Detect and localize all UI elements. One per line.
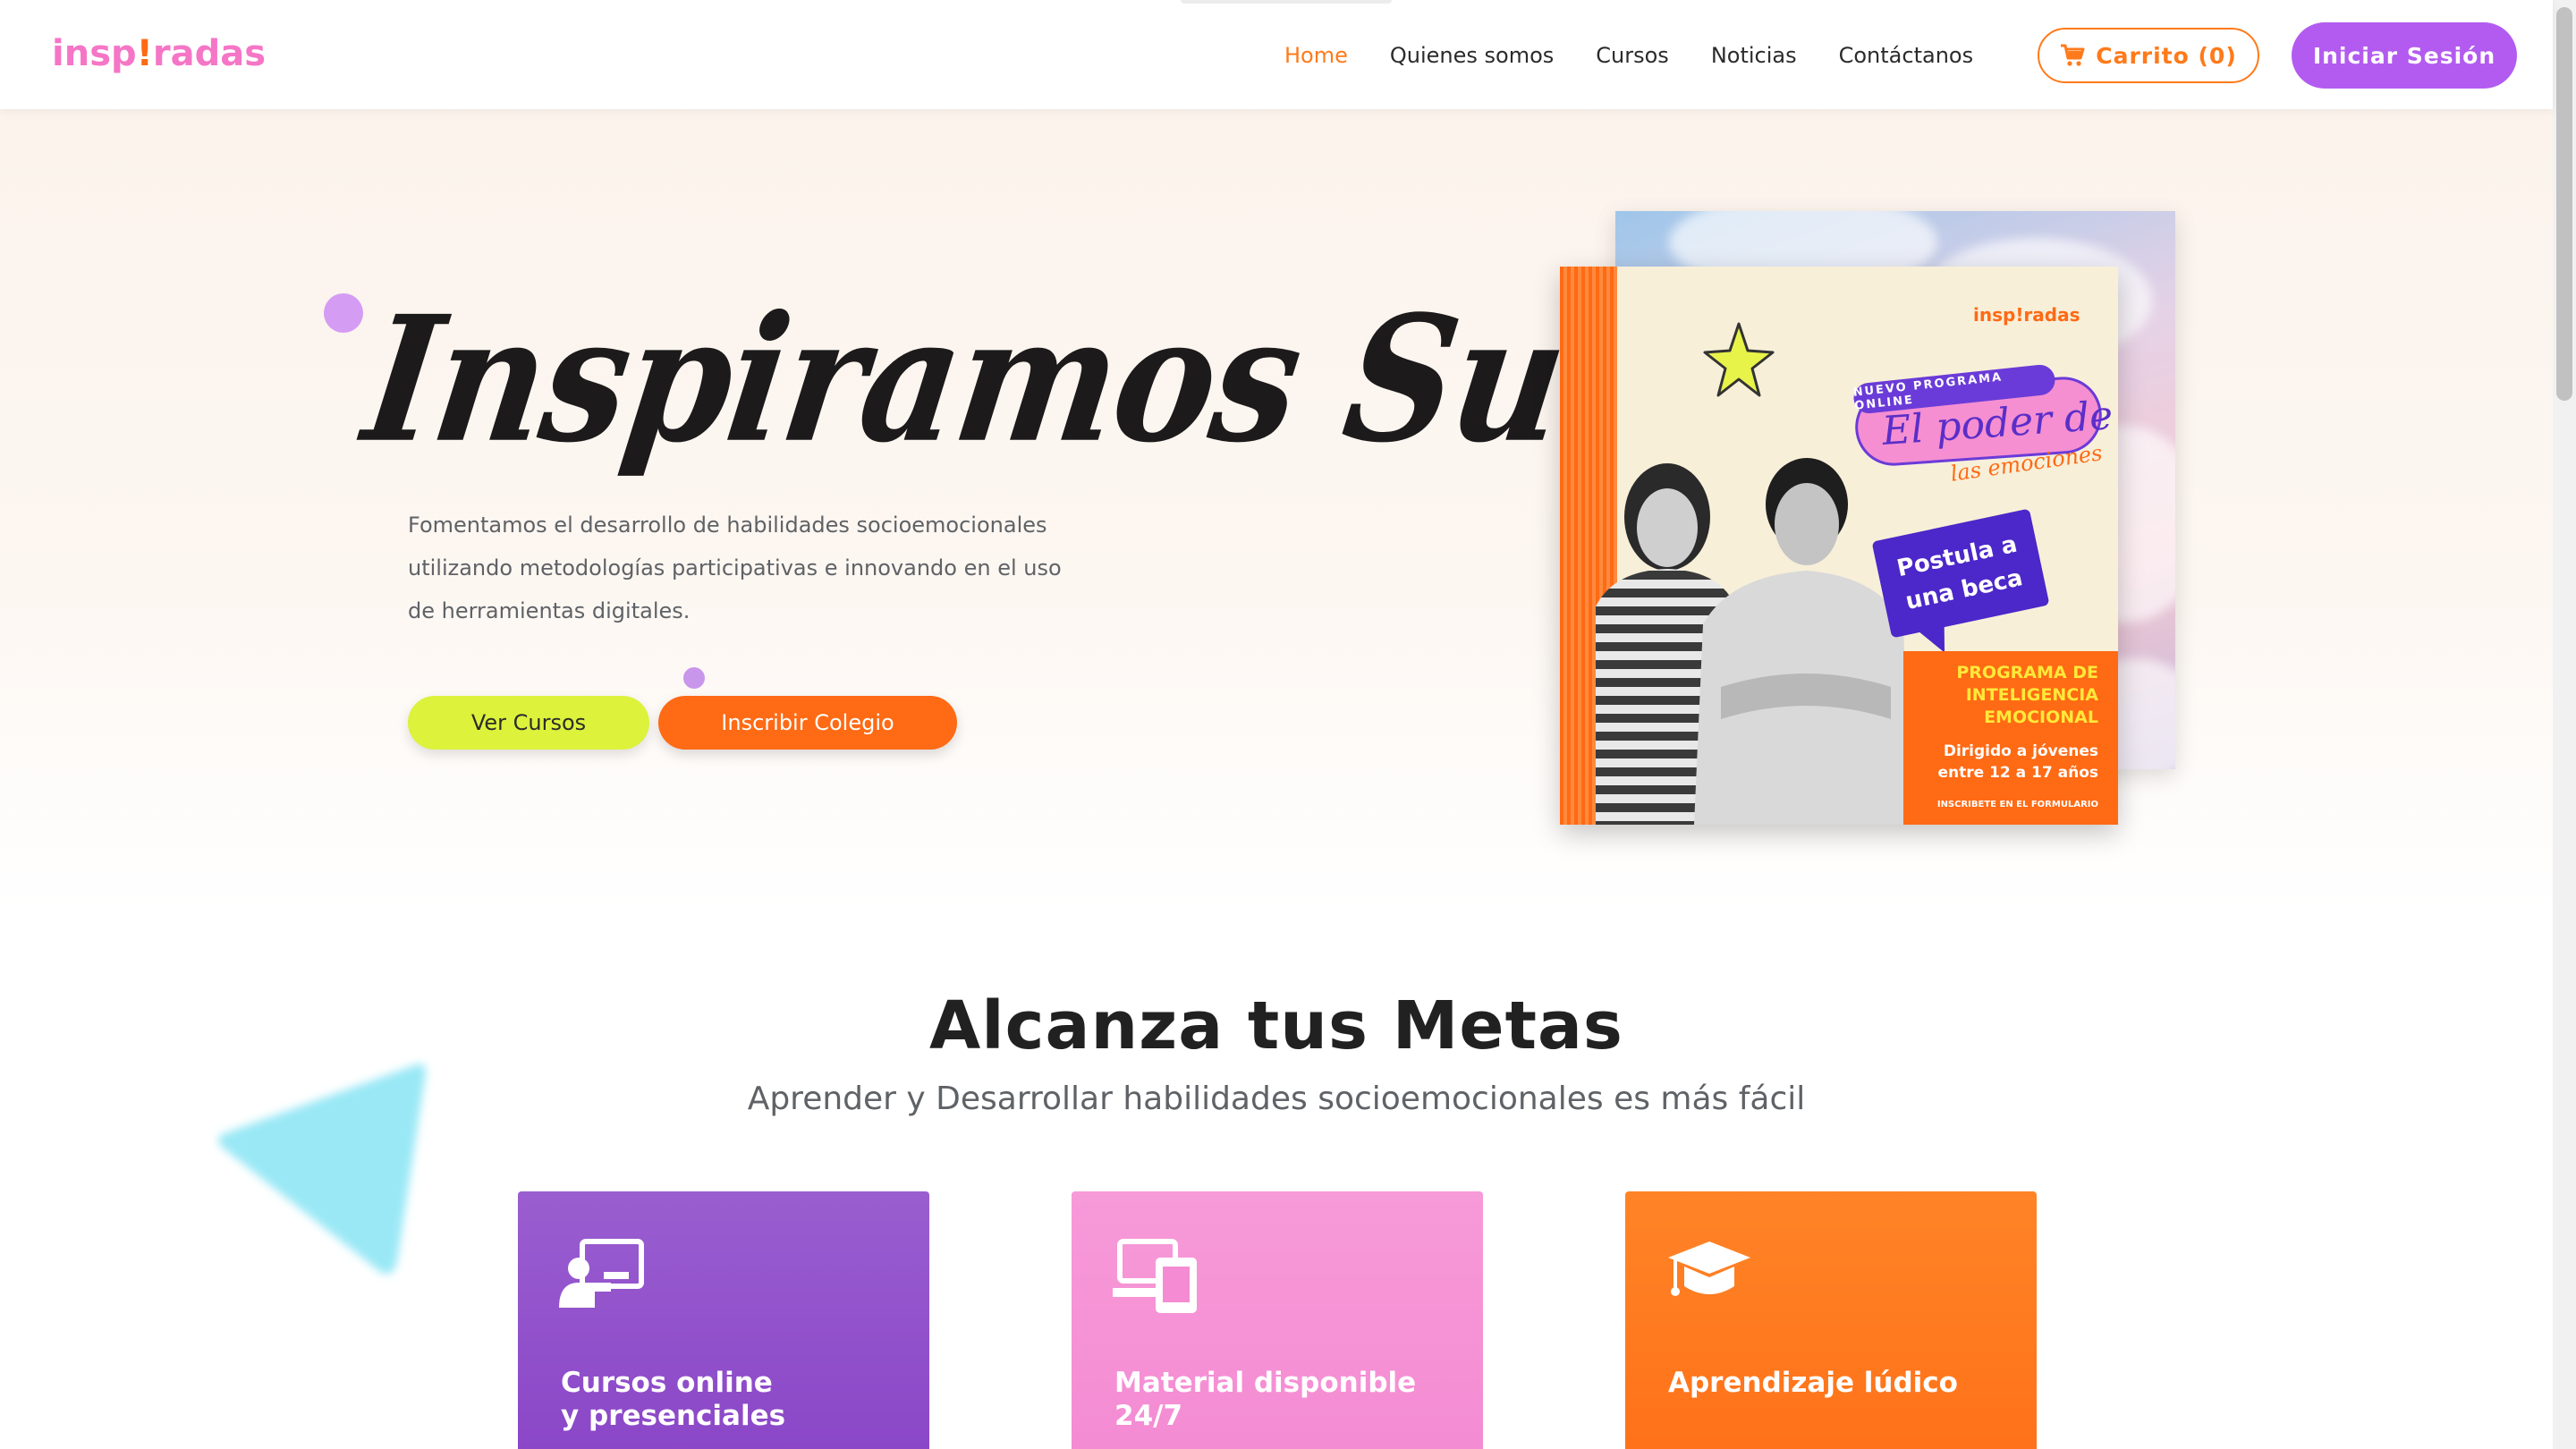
feature-card-playful[interactable]: Aprendizaje lúdico — [1625, 1191, 2037, 1449]
brand-logo[interactable]: insp! radas — [52, 30, 266, 77]
devices-icon — [1113, 1239, 1197, 1313]
feature-card-courses[interactable]: Cursos online y presenciales — [518, 1191, 929, 1449]
goals-title: Alcanza tus Metas — [929, 987, 1623, 1064]
nav-item-contactanos[interactable]: Contáctanos — [1839, 36, 1973, 75]
decor-dot — [324, 293, 363, 333]
program-poster-image[interactable]: insp!radas NUEVO PROGRAMA ONLINE El pode… — [1560, 267, 2118, 825]
program-cta: INSCRIBETE EN EL FORMULARIO — [1936, 800, 2098, 809]
top-navbar: insp! radas Home Quienes somos Cursos Not… — [0, 0, 2553, 109]
cart-icon — [2061, 44, 2085, 66]
logo-text-start: insp — [52, 33, 137, 74]
hero-description: Fomentamos el desarrollo de habilidades … — [408, 513, 1062, 623]
star-icon — [1703, 322, 1775, 397]
scrollbar-thumb[interactable] — [2556, 7, 2572, 401]
cart-button[interactable]: Carrito (0) — [2038, 28, 2259, 83]
graduation-cap-icon — [1668, 1241, 1750, 1296]
teacher-screen-icon — [559, 1239, 644, 1308]
program-title: PROGRAMA DE INTELIGENCIA EMOCIONAL — [1956, 663, 2098, 727]
logo-text-bang: ! — [136, 33, 153, 74]
login-button[interactable]: Iniciar Sesión — [2292, 22, 2517, 89]
students-photo — [1596, 458, 1911, 825]
logo-text-end: radas — [152, 33, 267, 74]
poster-logo: insp!radas — [1973, 304, 2080, 326]
card-title: Aprendizaje lúdico — [1668, 1367, 1958, 1399]
decor-dot-small — [683, 667, 705, 689]
feature-card-material[interactable]: Material disponible 24/7 — [1072, 1191, 1483, 1449]
program-target: Dirigido a jóvenes entre 12 a 17 años — [1937, 742, 2098, 782]
nav-item-cursos[interactable]: Cursos — [1596, 36, 1669, 75]
card-title: Cursos online y presenciales — [561, 1367, 786, 1432]
cart-label: Carrito (0) — [2096, 42, 2237, 69]
page-scrollbar[interactable] — [2553, 0, 2576, 1449]
poster-info-box: PROGRAMA DE INTELIGENCIA EMOCIONAL Dirig… — [1903, 651, 2118, 825]
nav-item-home[interactable]: Home — [1284, 36, 1348, 75]
card-title: Material disponible 24/7 — [1114, 1367, 1417, 1432]
goals-subtitle: Aprender y Desarrollar habilidades socio… — [747, 1080, 1806, 1117]
nav-item-quienes-somos[interactable]: Quienes somos — [1390, 36, 1554, 75]
view-courses-button[interactable]: Ver Cursos — [408, 696, 649, 750]
enroll-school-button[interactable]: Inscribir Colegio — [658, 696, 957, 750]
top-indicator — [1181, 0, 1392, 4]
nav-item-noticias[interactable]: Noticias — [1711, 36, 1797, 75]
nav-menu: Home Quienes somos Cursos Noticias Contá… — [1284, 36, 2015, 75]
